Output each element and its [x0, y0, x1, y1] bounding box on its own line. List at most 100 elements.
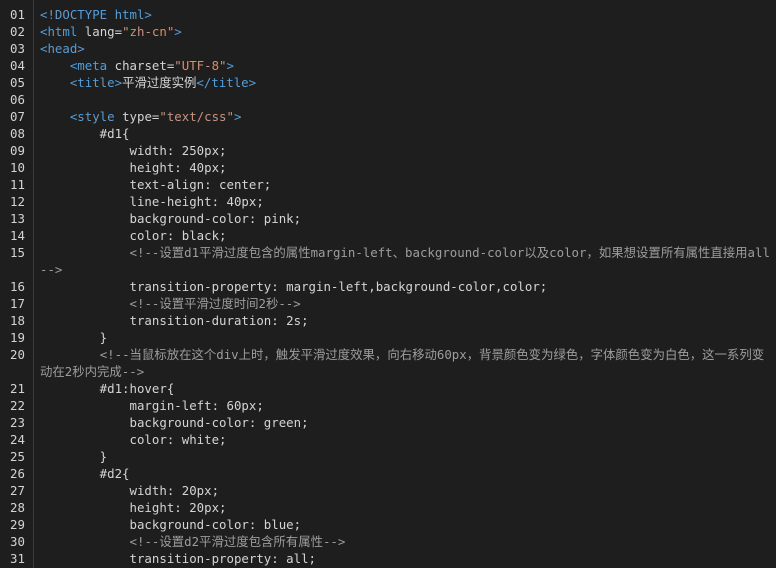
- code-token: type=: [114, 109, 160, 124]
- code-line[interactable]: }: [40, 448, 772, 465]
- line-number: 01: [10, 7, 25, 22]
- code-editor[interactable]: 01 02 03 04 05 06 07 08 09 10 11 12 13 14 15 16 17 18 19 20…: [0, 0, 776, 568]
- code-token: "zh-cn": [122, 24, 175, 39]
- code-token: line-height: 40px;: [40, 194, 264, 209]
- line-number: 29: [10, 517, 25, 532]
- line-number: 23: [10, 415, 25, 430]
- code-line[interactable]: #d1{: [40, 125, 772, 142]
- code-line[interactable]: background-color: green;: [40, 414, 772, 431]
- line-number: 02: [10, 24, 25, 39]
- code-line[interactable]: text-align: center;: [40, 176, 772, 193]
- code-token: >: [233, 109, 242, 124]
- code-token: width: 250px;: [40, 143, 227, 158]
- code-token: background-color: green;: [40, 415, 309, 430]
- code-token: </title>: [196, 75, 257, 90]
- code-token: 平滑过度实例: [122, 75, 197, 90]
- line-number: 09: [10, 143, 25, 158]
- code-token: color: black;: [40, 228, 227, 243]
- line-number: 31: [10, 551, 25, 566]
- line-number: 18: [10, 313, 25, 328]
- line-number: 26: [10, 466, 25, 481]
- code-token: #d2{: [40, 466, 130, 481]
- code-token: height: 40px;: [40, 160, 227, 175]
- code-token: lang=: [77, 24, 123, 39]
- code-line[interactable]: <html lang="zh-cn">: [40, 23, 772, 40]
- code-line[interactable]: width: 250px;: [40, 142, 772, 159]
- code-token: #d1{: [40, 126, 130, 141]
- line-number: 16: [10, 279, 25, 294]
- code-line[interactable]: <title>平滑过度实例</title>: [40, 74, 772, 91]
- code-token: >: [174, 24, 182, 39]
- code-comment: <!--设置d1平滑过度包含的属性margin-left、background-…: [40, 245, 770, 277]
- line-number: 03: [10, 41, 25, 56]
- code-line[interactable]: <!--设置平滑过度时间2秒-->: [40, 295, 772, 312]
- line-number: 15: [10, 245, 25, 260]
- code-line[interactable]: #d2{: [40, 465, 772, 482]
- code-token: transition-property: margin-left,backgro…: [40, 279, 548, 294]
- code-line[interactable]: transition-duration: 2s;: [40, 312, 772, 329]
- code-token: background-color: pink;: [40, 211, 302, 226]
- code-line[interactable]: line-height: 40px;: [40, 193, 772, 210]
- code-line[interactable]: <head>: [40, 40, 772, 57]
- code-area[interactable]: <!DOCTYPE html> <html lang="zh-cn"> <head>…: [40, 6, 772, 567]
- code-line[interactable]: [40, 91, 772, 108]
- line-number: 06: [10, 92, 25, 107]
- code-line[interactable]: height: 20px;: [40, 499, 772, 516]
- code-line[interactable]: transition-property: all;: [40, 550, 772, 567]
- code-line[interactable]: margin-left: 60px;: [40, 397, 772, 414]
- code-line[interactable]: color: black;: [40, 227, 772, 244]
- code-line[interactable]: <style type="text/css">: [40, 108, 772, 125]
- code-line[interactable]: background-color: pink;: [40, 210, 772, 227]
- code-line[interactable]: background-color: blue;: [40, 516, 772, 533]
- code-comment: <!--当鼠标放在这个div上时，触发平滑过度效果，向右移动60px，背景颜色变…: [40, 347, 765, 379]
- line-number: 08: [10, 126, 25, 141]
- gutter-divider: [33, 0, 34, 568]
- code-line[interactable]: width: 20px;: [40, 482, 772, 499]
- line-number: 12: [10, 194, 25, 209]
- code-token: "UTF-8": [174, 58, 227, 73]
- line-number: 20: [10, 347, 25, 362]
- code-token: <html: [40, 24, 78, 39]
- code-token: }: [40, 449, 108, 464]
- code-line[interactable]: height: 40px;: [40, 159, 772, 176]
- code-line[interactable]: }: [40, 329, 772, 346]
- code-line[interactable]: <!--设置d1平滑过度包含的属性margin-left、background-…: [40, 244, 772, 278]
- code-token: background-color: blue;: [40, 517, 302, 532]
- line-number: 19: [10, 330, 25, 345]
- line-number: 05: [10, 75, 25, 90]
- code-token: <style: [69, 109, 115, 124]
- code-token: transition-property: all;: [40, 551, 317, 566]
- line-number: 24: [10, 432, 25, 447]
- code-line[interactable]: #d1:hover{: [40, 380, 772, 397]
- line-number: 10: [10, 160, 25, 175]
- line-number: 28: [10, 500, 25, 515]
- code-line[interactable]: <!--设置d2平滑过度包含所有属性-->: [40, 533, 772, 550]
- code-token: margin-left: 60px;: [40, 398, 264, 413]
- line-number: 21: [10, 381, 25, 396]
- line-number: 27: [10, 483, 25, 498]
- line-number: 30: [10, 534, 25, 549]
- code-token: <meta: [69, 58, 108, 73]
- line-number: 11: [10, 177, 25, 192]
- code-token: }: [40, 330, 108, 345]
- code-token: text-align: center;: [40, 177, 272, 192]
- line-number: 04: [10, 58, 25, 73]
- code-token: width: 20px;: [40, 483, 220, 498]
- code-token: height: 20px;: [40, 500, 227, 515]
- code-line[interactable]: <!--当鼠标放在这个div上时，触发平滑过度效果，向右移动60px，背景颜色变…: [40, 346, 772, 380]
- code-line[interactable]: <!DOCTYPE html>: [40, 6, 772, 23]
- code-line[interactable]: <meta charset="UTF-8">: [40, 57, 772, 74]
- code-line[interactable]: color: white;: [40, 431, 772, 448]
- code-comment: <!--设置平滑过度时间2秒-->: [129, 296, 301, 311]
- line-number: 22: [10, 398, 25, 413]
- code-line[interactable]: transition-property: margin-left,backgro…: [40, 278, 772, 295]
- code-comment: <!--设置d2平滑过度包含所有属性-->: [129, 534, 346, 549]
- code-token: color: white;: [40, 432, 227, 447]
